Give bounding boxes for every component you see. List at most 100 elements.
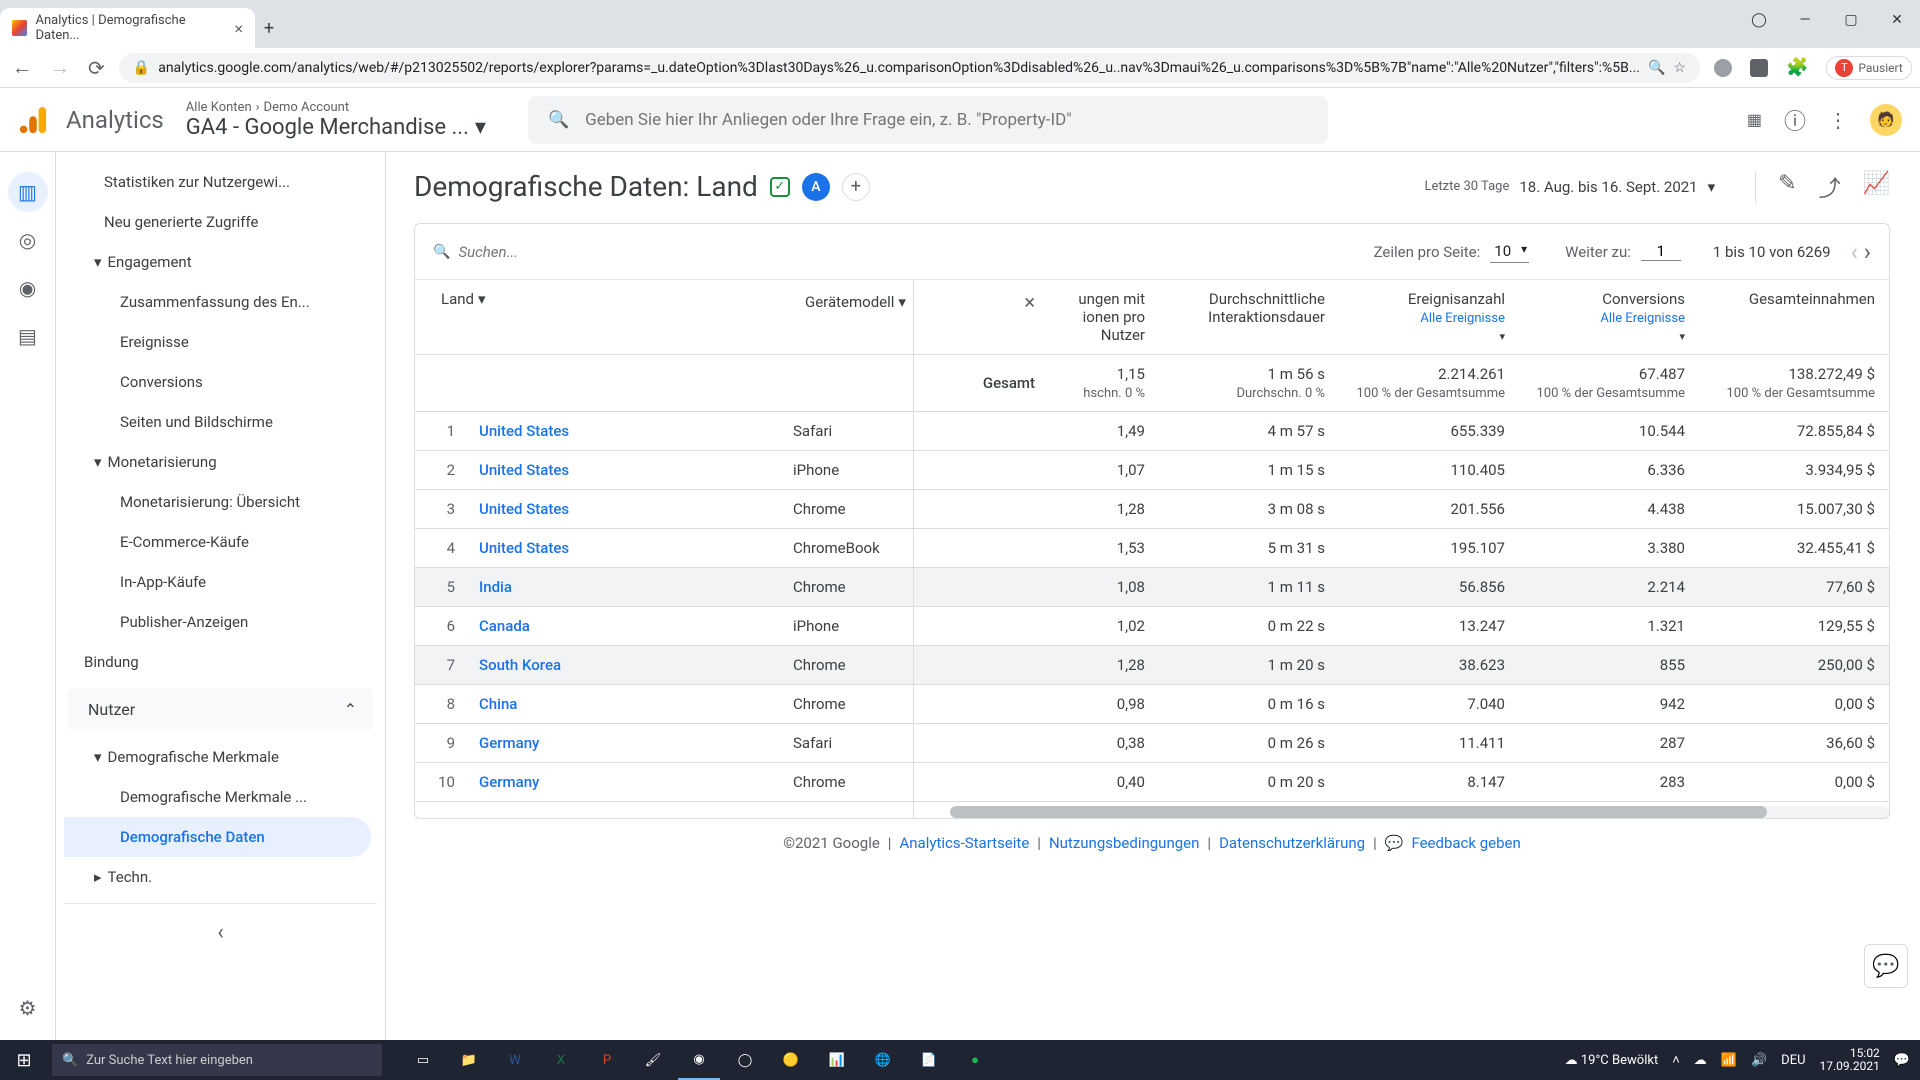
edge-icon[interactable]: 🌐 <box>862 1040 904 1080</box>
collapse-sidebar-icon[interactable]: ‹ <box>201 912 241 952</box>
sidebar-item-bindung[interactable]: Bindung <box>64 642 377 682</box>
start-button[interactable]: ⊞ <box>0 1040 48 1080</box>
country-cell[interactable]: South Korea <box>465 646 779 685</box>
sidebar-item[interactable]: In-App-Käufe <box>64 562 371 602</box>
language-indicator[interactable]: DEU <box>1781 1053 1805 1068</box>
col-revenue[interactable]: Gesamteinnahmen <box>1699 280 1889 355</box>
mspaint-icon[interactable]: 🖌 <box>632 1040 674 1080</box>
profile-button[interactable]: T Pausiert <box>1826 56 1911 80</box>
footer-link[interactable]: Datenschutzerklärung <box>1219 834 1365 852</box>
sidebar-item-active[interactable]: Demografische Daten <box>64 817 371 857</box>
table-row[interactable]: 5 India Chrome 1,08 1 m 11 s 56.856 2.21… <box>415 568 1889 607</box>
explorer-icon[interactable]: 📁 <box>448 1040 490 1080</box>
sidebar-group-engagement[interactable]: ▾Engagement <box>64 242 377 282</box>
sidebar-item[interactable]: Publisher-Anzeigen <box>64 602 371 642</box>
sidebar-item[interactable]: Seiten und Bildschirme <box>64 402 371 442</box>
taskview-icon[interactable]: ▭ <box>402 1040 444 1080</box>
property-selector[interactable]: Alle Konten › Demo Account GA4 - Google … <box>186 100 486 140</box>
minimize-icon[interactable]: — <box>1782 0 1828 40</box>
country-cell[interactable]: Germany <box>465 724 779 763</box>
notepad-icon[interactable]: 📄 <box>908 1040 950 1080</box>
apps-icon[interactable]: ▦ <box>1747 110 1762 129</box>
puzzle-icon[interactable]: 🧩 <box>1786 57 1808 78</box>
col-sess-per-user[interactable]: ungen mit ionen pro Nutzer <box>1049 280 1159 355</box>
table-row[interactable]: 1 United States Safari 1,49 4 m 57 s 655… <box>415 412 1889 451</box>
close-icon[interactable]: ✕ <box>1874 0 1920 40</box>
notifications-icon[interactable]: 💬 <box>1894 1053 1910 1068</box>
reports-icon[interactable]: ▥ <box>8 172 48 212</box>
prev-page-icon[interactable]: ‹ <box>1851 238 1858 266</box>
goto-input[interactable] <box>1641 242 1681 261</box>
powerpoint-icon[interactable]: P <box>586 1040 628 1080</box>
ext-icon[interactable] <box>1714 59 1732 77</box>
taskbar-search[interactable]: 🔍 Zur Suche Text hier eingeben <box>52 1044 382 1076</box>
new-tab-button[interactable]: + <box>255 14 283 42</box>
chrome-icon[interactable]: ◉ <box>678 1040 720 1080</box>
feedback-link[interactable]: Feedback geben <box>1411 834 1520 852</box>
remove-dimension-icon[interactable]: × <box>1024 290 1035 314</box>
forward-icon[interactable]: → <box>50 55 70 80</box>
horizontal-scrollbar[interactable] <box>415 806 1889 818</box>
col-events[interactable]: EreignisanzahlAlle Ereignisse ▾ <box>1339 280 1519 355</box>
next-page-icon[interactable]: › <box>1864 238 1871 266</box>
date-range-picker[interactable]: Letzte 30 Tage 18. Aug. bis 16. Sept. 20… <box>1424 178 1715 196</box>
circle-icon[interactable]: ◯ <box>1736 0 1782 40</box>
star-icon[interactable]: ☆ <box>1673 60 1686 76</box>
word-icon[interactable]: W <box>494 1040 536 1080</box>
back-icon[interactable]: ← <box>12 55 32 80</box>
help-icon[interactable]: ⓘ <box>1784 104 1806 136</box>
country-cell[interactable]: India <box>465 568 779 607</box>
secondary-dimension-selector[interactable]: Gerätemodell ▾ <box>805 293 906 311</box>
sidebar-item[interactable]: Neu generierte Zugriffe <box>64 202 371 242</box>
obs-icon[interactable]: ◯ <box>724 1040 766 1080</box>
table-search-input[interactable] <box>458 243 758 261</box>
volume-icon[interactable]: 🔊 <box>1751 1053 1767 1068</box>
user-avatar-icon[interactable]: 🧑 <box>1870 104 1902 136</box>
country-cell[interactable]: China <box>465 685 779 724</box>
country-cell[interactable]: United States <box>465 490 779 529</box>
sidebar-group-demog[interactable]: ▾Demografische Merkmale <box>64 737 377 777</box>
table-row[interactable]: 8 China Chrome 0,98 0 m 16 s 7.040 942 0… <box>415 685 1889 724</box>
reload-icon[interactable]: ⟳ <box>88 56 105 80</box>
clock[interactable]: 15:0217.09.2021 <box>1820 1047 1880 1073</box>
sidebar-item[interactable]: Conversions <box>64 362 371 402</box>
url-field[interactable]: 🔒 analytics.google.com/analytics/web/#/p… <box>119 53 1700 83</box>
feedback-fab-icon[interactable]: 💬 <box>1864 944 1908 988</box>
tray-chevron-icon[interactable]: ˄ <box>1672 1052 1680 1068</box>
spotify-icon[interactable]: ● <box>954 1040 996 1080</box>
browser-tab[interactable]: Analytics | Demografische Daten... × <box>0 8 255 48</box>
excel-icon[interactable]: X <box>540 1040 582 1080</box>
footer-link[interactable]: Analytics-Startseite <box>899 834 1029 852</box>
col-conversions[interactable]: ConversionsAlle Ereignisse ▾ <box>1519 280 1699 355</box>
app-icon[interactable]: 📊 <box>816 1040 858 1080</box>
rows-selector[interactable]: 10 <box>1490 240 1529 263</box>
table-row[interactable]: 3 United States Chrome 1,28 3 m 08 s 201… <box>415 490 1889 529</box>
cloud-icon[interactable]: ☁ <box>1694 1053 1707 1068</box>
country-cell[interactable]: Canada <box>465 607 779 646</box>
country-cell[interactable]: United States <box>465 451 779 490</box>
share-icon[interactable]: ⤴ <box>1819 171 1841 203</box>
table-row[interactable]: 4 United States ChromeBook 1,53 5 m 31 s… <box>415 529 1889 568</box>
tab-close-icon[interactable]: × <box>234 19 243 38</box>
add-comparison-button[interactable]: + <box>842 173 870 201</box>
sidebar-item[interactable]: Statistiken zur Nutzergewi... <box>64 162 371 202</box>
sidebar-item[interactable]: E-Commerce-Käufe <box>64 522 371 562</box>
table-row[interactable]: 2 United States iPhone 1,07 1 m 15 s 110… <box>415 451 1889 490</box>
zoom-icon[interactable]: 🔍 <box>1648 60 1665 76</box>
advertising-icon[interactable]: ◉ <box>8 268 48 308</box>
segment-badge[interactable]: A <box>802 173 830 201</box>
kebab-icon[interactable]: ⋮ <box>1828 108 1848 132</box>
ext-icon[interactable] <box>1750 59 1768 77</box>
col-avg-duration[interactable]: Durchschnittliche Interaktionsdauer <box>1159 280 1339 355</box>
table-row[interactable]: 7 South Korea Chrome 1,28 1 m 20 s 38.62… <box>415 646 1889 685</box>
table-row[interactable]: 6 Canada iPhone 1,02 0 m 22 s 13.247 1.3… <box>415 607 1889 646</box>
table-row[interactable]: 9 Germany Safari 0,38 0 m 26 s 11.411 28… <box>415 724 1889 763</box>
sidebar-group-monet[interactable]: ▾Monetarisierung <box>64 442 377 482</box>
sidebar-item[interactable]: Monetarisierung: Übersicht <box>64 482 371 522</box>
footer-link[interactable]: Nutzungsbedingungen <box>1049 834 1199 852</box>
configure-icon[interactable]: ▤ <box>8 316 48 356</box>
weather-widget[interactable]: ☁ 19°C Bewölkt <box>1565 1053 1659 1068</box>
search-input[interactable] <box>585 110 1308 130</box>
sidebar-item[interactable]: Zusammenfassung des En... <box>64 282 371 322</box>
primary-dimension-selector[interactable]: Land ▾ <box>441 290 765 308</box>
